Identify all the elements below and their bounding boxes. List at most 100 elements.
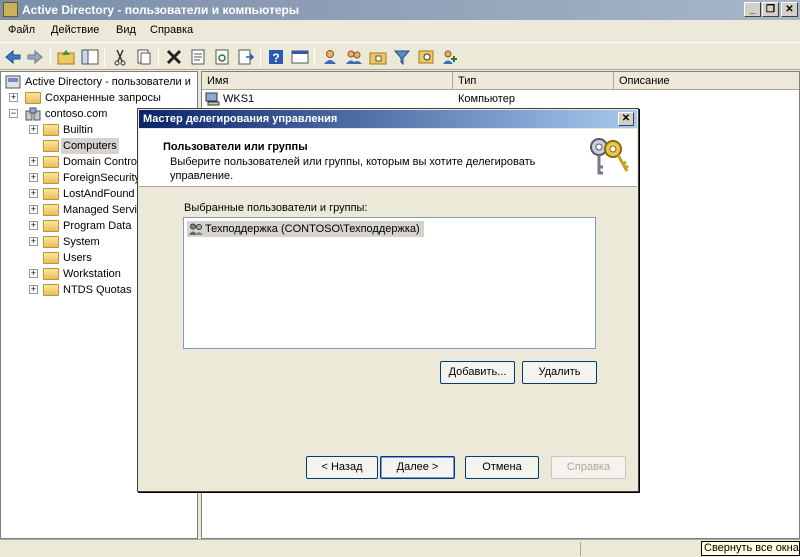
next-button[interactable]: Далее > [380, 456, 455, 479]
table-row[interactable]: WKS1 Компьютер [202, 91, 799, 107]
expand-icon[interactable]: + [29, 173, 38, 182]
help-icon[interactable]: ? [266, 47, 286, 67]
toolbar-separator [314, 48, 315, 66]
menu-file[interactable]: Файл [8, 24, 35, 36]
group-icon [189, 223, 203, 235]
expand-icon[interactable]: + [29, 125, 38, 134]
selected-users-listbox[interactable]: Техподдержка (CONTOSO\Техподдержка) [183, 217, 596, 349]
tree-item-label: Managed Servic [63, 204, 143, 216]
menu-view[interactable]: Вид [116, 24, 136, 36]
cancel-button[interactable]: Отмена [465, 456, 539, 479]
up-folder-icon[interactable] [56, 47, 76, 67]
menu-action[interactable]: Действие [51, 24, 99, 36]
restore-button[interactable]: ❐ [762, 2, 779, 17]
dialog-title: Мастер делегирования управления [143, 113, 338, 125]
collapse-icon[interactable]: − [9, 109, 18, 118]
show-tree-icon[interactable] [80, 47, 100, 67]
folder-icon [25, 92, 41, 104]
expand-icon[interactable]: + [9, 93, 18, 102]
tree-item-label: ForeignSecurity [63, 172, 141, 184]
console-view-icon[interactable] [290, 47, 310, 67]
active-directory-icon [5, 75, 21, 89]
column-header-type[interactable]: Тип [453, 72, 614, 90]
window-title-bar[interactable]: Active Directory - пользователи и компью… [0, 0, 800, 20]
expand-icon[interactable]: + [29, 157, 38, 166]
filter-icon[interactable] [392, 47, 412, 67]
delete-icon[interactable] [164, 47, 184, 67]
app-icon [3, 2, 18, 17]
tree-item-saved-queries[interactable]: + Сохраненные запросы [1, 90, 197, 106]
expand-icon[interactable]: + [29, 285, 38, 294]
toolbar-separator [50, 48, 51, 66]
add-button[interactable]: Добавить... [440, 361, 515, 384]
back-arrow-icon[interactable] [3, 47, 23, 67]
find-icon[interactable] [416, 47, 436, 67]
column-header-label: Тип [458, 75, 477, 87]
wizard-step-title: Пользователи или группы [163, 141, 308, 153]
new-group-icon[interactable] [344, 47, 364, 67]
tree-item-label: Computers [61, 138, 119, 154]
add-to-group-icon[interactable] [440, 47, 460, 67]
dialog-close-button[interactable]: ✕ [618, 112, 634, 126]
ou-folder-icon [43, 268, 59, 280]
folder-icon [43, 124, 59, 136]
expand-icon[interactable]: + [29, 189, 38, 198]
dialog-title-bar[interactable]: Мастер делегирования управления [139, 110, 637, 128]
folder-icon [43, 236, 59, 248]
tree-item-label: LostAndFound [63, 188, 135, 200]
column-header-description[interactable]: Описание [614, 72, 799, 90]
ou-folder-icon [43, 156, 59, 168]
tooltip: Свернуть все окна [701, 541, 800, 556]
tree-root[interactable]: Active Directory - пользователи и [1, 74, 197, 90]
toolbar-separator [104, 48, 105, 66]
tree-item-label: Users [63, 252, 92, 264]
toolbar-separator [158, 48, 159, 66]
expand-icon[interactable]: + [29, 221, 38, 230]
keys-icon [590, 138, 629, 175]
window-title: Active Directory - пользователи и компью… [22, 3, 300, 17]
folder-icon [43, 252, 59, 264]
new-ou-icon[interactable] [368, 47, 388, 67]
wizard-step-description: Выберите пользователей или группы, котор… [170, 156, 536, 182]
menu-bar: Файл Действие Вид Справка [0, 20, 800, 42]
export-list-icon[interactable] [236, 47, 256, 67]
toolbar-separator [260, 48, 261, 66]
folder-icon [43, 284, 59, 296]
refresh-icon[interactable] [212, 47, 232, 67]
remove-button[interactable]: Удалить [522, 361, 597, 384]
tree-item-label: Workstation [63, 268, 121, 280]
help-button[interactable]: Справка [551, 456, 626, 479]
tree-item-label: Domain Control [63, 156, 140, 168]
close-button[interactable]: ✕ [781, 2, 798, 17]
tree-item-label: Program Data [63, 220, 132, 232]
status-divider [580, 542, 581, 556]
computer-icon [205, 92, 220, 106]
cut-icon[interactable] [110, 47, 130, 67]
folder-icon [43, 172, 59, 184]
properties-icon[interactable] [188, 47, 208, 67]
tree-root-label: Active Directory - пользователи и [25, 76, 191, 88]
forward-arrow-icon[interactable] [25, 47, 45, 67]
svg-text:?: ? [272, 51, 279, 65]
status-bar [0, 539, 800, 557]
tree-item-label: Сохраненные запросы [45, 92, 161, 104]
copy-icon[interactable] [134, 47, 154, 67]
delegation-wizard-dialog: Мастер делегирования управления ✕ Пользо… [137, 108, 639, 492]
folder-icon [43, 220, 59, 232]
expand-icon[interactable]: + [29, 269, 38, 278]
menu-help[interactable]: Справка [150, 24, 193, 36]
column-header-label: Описание [619, 75, 670, 87]
wizard-header: Пользователи или группы Выберите пользов… [139, 129, 637, 187]
folder-icon [43, 140, 59, 152]
new-user-icon[interactable] [320, 47, 340, 67]
list-item[interactable]: Техподдержка (CONTOSO\Техподдержка) [187, 221, 424, 237]
expand-icon[interactable]: + [29, 237, 38, 246]
column-header-name[interactable]: Имя [202, 72, 453, 90]
list-item-label: Техподдержка (CONTOSO\Техподдержка) [205, 223, 420, 235]
expand-icon[interactable]: + [29, 205, 38, 214]
minimize-button[interactable]: _ [744, 2, 761, 17]
back-button[interactable]: < Назад [306, 456, 378, 479]
tree-item-label: NTDS Quotas [63, 284, 132, 296]
tree-item-label: Builtin [63, 124, 93, 136]
row-type: Компьютер [458, 93, 515, 105]
